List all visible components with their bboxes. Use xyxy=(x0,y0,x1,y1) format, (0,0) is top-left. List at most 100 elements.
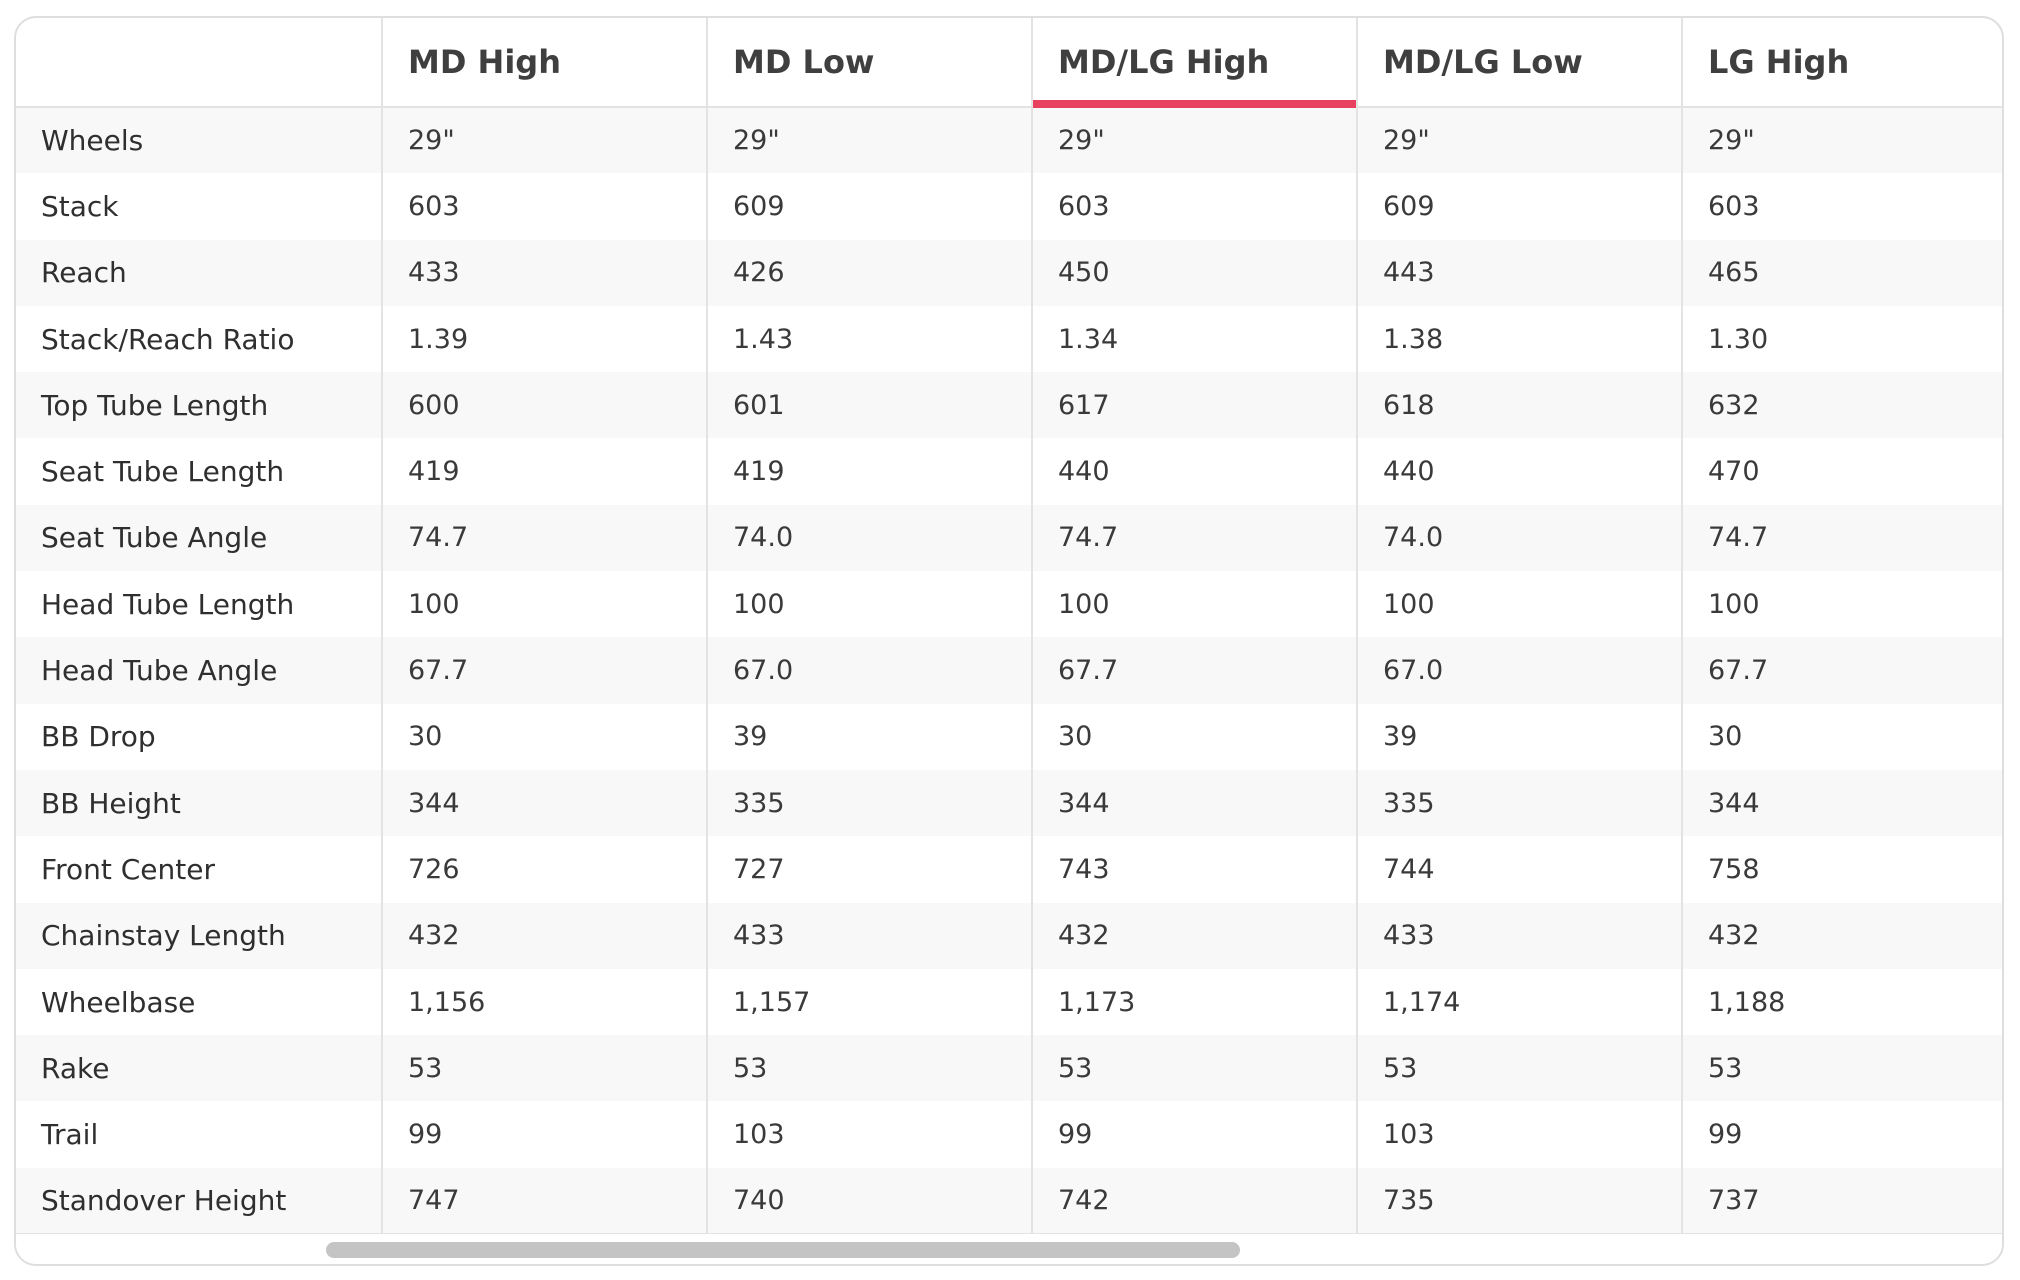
table-row: Chainstay Length 432 433 432 433 432 xyxy=(16,902,2002,969)
table-cell: 758 xyxy=(1681,836,2002,903)
table-cell: 39 xyxy=(1356,703,1682,770)
size-header-md-lg-high[interactable]: MD/LG High xyxy=(1031,18,1357,108)
table-cell: 30 xyxy=(1031,703,1357,770)
table-row: Trail 99 103 99 103 99 xyxy=(16,1101,2002,1168)
table-cell: 335 xyxy=(1356,769,1682,837)
table-cell: 603 xyxy=(1681,173,2002,240)
table-cell: 440 xyxy=(1031,438,1357,505)
table-row: Front Center 726 727 743 744 758 xyxy=(16,836,2002,903)
table-cell: 344 xyxy=(1031,769,1357,837)
table-cell: 1,156 xyxy=(381,968,707,1036)
table-row: Wheelbase 1,156 1,157 1,173 1,174 1,188 xyxy=(16,968,2002,1036)
table-cell: 103 xyxy=(1356,1101,1682,1168)
table-cell: 100 xyxy=(381,571,707,638)
table-cell: 419 xyxy=(706,438,1032,505)
table-row: BB Height 344 335 344 335 344 xyxy=(16,769,2002,837)
size-header-lg-high[interactable]: LG High xyxy=(1681,18,2002,108)
table-cell: 53 xyxy=(381,1035,707,1102)
row-label: Standover Height xyxy=(16,1167,382,1236)
table-row: Head Tube Angle 67.7 67.0 67.7 67.0 67.7 xyxy=(16,637,2002,704)
table-cell: 740 xyxy=(706,1167,1032,1236)
scrollbar-thumb[interactable] xyxy=(326,1242,1240,1258)
table-cell: 1.34 xyxy=(1031,305,1357,373)
table-cell: 29" xyxy=(706,107,1032,174)
table-row: Top Tube Length 600 601 617 618 632 xyxy=(16,372,2002,439)
table-cell: 30 xyxy=(1681,703,2002,770)
table-cell: 74.7 xyxy=(381,504,707,572)
table-row: Seat Tube Angle 74.7 74.0 74.7 74.0 74.7 xyxy=(16,504,2002,572)
table-cell: 74.7 xyxy=(1681,504,2002,572)
table-cell: 100 xyxy=(1031,571,1357,638)
table-cell: 29" xyxy=(1681,107,2002,174)
size-header-md-low[interactable]: MD Low xyxy=(706,18,1032,108)
table-cell: 74.0 xyxy=(1356,504,1682,572)
horizontal-scrollbar[interactable] xyxy=(16,1234,2002,1264)
row-label: Rake xyxy=(16,1035,382,1102)
table-cell: 53 xyxy=(706,1035,1032,1102)
table-cell: 1,157 xyxy=(706,968,1032,1036)
table-cell: 603 xyxy=(1031,173,1357,240)
table-row: Wheels 29" 29" 29" 29" 29" xyxy=(16,107,2002,174)
geometry-table-container: MD High MD Low MD/LG High MD/LG Low LG H… xyxy=(14,16,2004,1266)
header-corner xyxy=(16,18,382,108)
table-cell: 67.0 xyxy=(706,637,1032,704)
table-cell: 335 xyxy=(706,769,1032,837)
table-cell: 99 xyxy=(1681,1101,2002,1168)
row-label: Wheels xyxy=(16,107,382,174)
table-cell: 29" xyxy=(381,107,707,174)
table-cell: 53 xyxy=(1356,1035,1682,1102)
table-cell: 67.7 xyxy=(381,637,707,704)
table-cell: 600 xyxy=(381,372,707,439)
table-cell: 74.7 xyxy=(1031,504,1357,572)
table-cell: 735 xyxy=(1356,1167,1682,1236)
table-cell: 1.39 xyxy=(381,305,707,373)
row-label: Seat Tube Length xyxy=(16,438,382,505)
row-label: Stack/Reach Ratio xyxy=(16,305,382,373)
size-header-md-high[interactable]: MD High xyxy=(381,18,707,108)
row-label: Top Tube Length xyxy=(16,372,382,439)
table-cell: 74.0 xyxy=(706,504,1032,572)
row-label: Wheelbase xyxy=(16,968,382,1036)
geometry-table: MD High MD Low MD/LG High MD/LG Low LG H… xyxy=(16,18,2002,1236)
table-cell: 29" xyxy=(1356,107,1682,174)
table-cell: 39 xyxy=(706,703,1032,770)
table-row: Head Tube Length 100 100 100 100 100 xyxy=(16,571,2002,638)
table-cell: 419 xyxy=(381,438,707,505)
table-cell: 450 xyxy=(1031,239,1357,306)
table-cell: 470 xyxy=(1681,438,2002,505)
table-row: Standover Height 747 740 742 735 737 xyxy=(16,1167,2002,1236)
table-cell: 617 xyxy=(1031,372,1357,439)
header-row: MD High MD Low MD/LG High MD/LG Low LG H… xyxy=(16,18,2002,108)
table-cell: 100 xyxy=(706,571,1032,638)
table-cell: 747 xyxy=(381,1167,707,1236)
table-cell: 432 xyxy=(1031,902,1357,969)
table-cell: 744 xyxy=(1356,836,1682,903)
geometry-table-body: Wheels 29" 29" 29" 29" 29" Stack 603 609 603 609 60… xyxy=(16,107,2002,1236)
table-row: Rake 53 53 53 53 53 xyxy=(16,1035,2002,1102)
table-cell: 726 xyxy=(381,836,707,903)
table-cell: 426 xyxy=(706,239,1032,306)
row-label: Head Tube Angle xyxy=(16,637,382,704)
table-cell: 344 xyxy=(1681,769,2002,837)
table-row: Stack/Reach Ratio 1.39 1.43 1.34 1.38 1.30 xyxy=(16,305,2002,373)
table-row: Seat Tube Length 419 419 440 440 470 xyxy=(16,438,2002,505)
row-label: Trail xyxy=(16,1101,382,1168)
table-cell: 344 xyxy=(381,769,707,837)
table-cell: 100 xyxy=(1681,571,2002,638)
row-label: BB Height xyxy=(16,769,382,837)
row-label: Reach xyxy=(16,239,382,306)
table-cell: 433 xyxy=(381,239,707,306)
table-cell: 743 xyxy=(1031,836,1357,903)
table-cell: 100 xyxy=(1356,571,1682,638)
table-cell: 609 xyxy=(1356,173,1682,240)
table-row: Stack 603 609 603 609 603 xyxy=(16,173,2002,240)
table-cell: 432 xyxy=(381,902,707,969)
table-cell: 440 xyxy=(1356,438,1682,505)
table-cell: 29" xyxy=(1031,107,1357,174)
table-cell: 99 xyxy=(1031,1101,1357,1168)
row-label: Head Tube Length xyxy=(16,571,382,638)
size-header-md-lg-low[interactable]: MD/LG Low xyxy=(1356,18,1682,108)
table-cell: 727 xyxy=(706,836,1032,903)
table-cell: 30 xyxy=(381,703,707,770)
table-cell: 432 xyxy=(1681,902,2002,969)
